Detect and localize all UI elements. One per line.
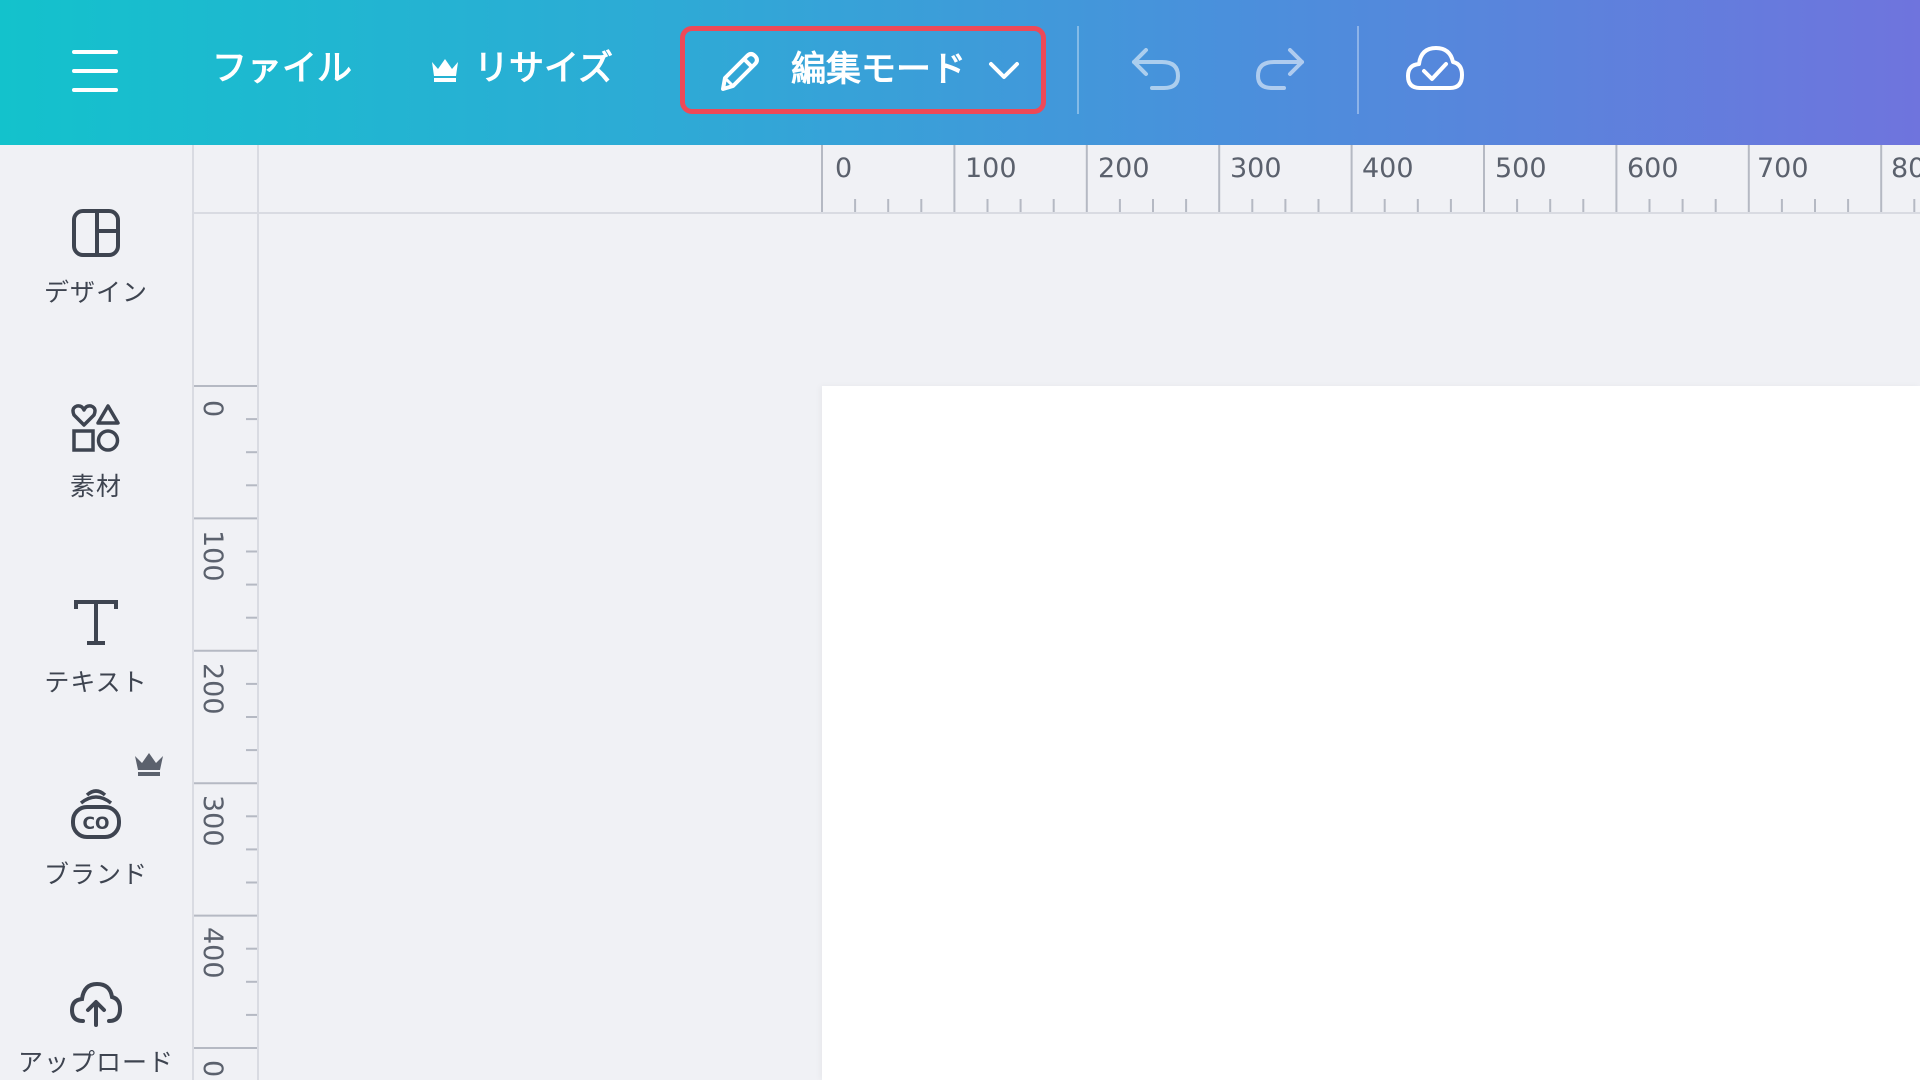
text-icon [74, 600, 118, 645]
chevron-down-icon [989, 62, 1019, 79]
svg-text:CO: CO [83, 814, 110, 834]
sidebar-item-uploads[interactable]: アップロード [0, 979, 192, 1079]
toolbar-divider [1357, 26, 1359, 114]
ruler-label: 500 [1495, 153, 1547, 184]
ruler-label: 200 [1098, 153, 1150, 184]
top-toolbar: ファイル リサイズ 編集モード [0, 0, 1920, 145]
vertical-ruler[interactable]: 0 100 200 300 400 0 [194, 214, 259, 1080]
ruler-label: 400 [197, 927, 228, 979]
ruler-label: 200 [197, 663, 228, 715]
layout-icon [72, 209, 120, 257]
sidebar-item-brand[interactable]: CO ブランド [0, 785, 192, 891]
file-menu-button[interactable]: ファイル [212, 49, 352, 89]
sidebar-item-text[interactable]: テキスト [0, 597, 192, 699]
undo-icon[interactable] [1128, 44, 1184, 94]
crown-icon [135, 753, 163, 776]
sidebar-item-design[interactable]: デザイン [0, 207, 192, 309]
ruler-label: 80 [1891, 153, 1920, 184]
ruler-label: 300 [1230, 153, 1282, 184]
ruler-label: 300 [197, 795, 228, 847]
resize-label: リサイズ [474, 49, 613, 89]
edit-mode-label: 編集モード [791, 50, 967, 90]
upload-cloud-icon [69, 981, 123, 1027]
ruler-label: 700 [1757, 153, 1809, 184]
sidebar-item-elements[interactable]: 素材 [0, 403, 192, 503]
redo-icon[interactable] [1252, 44, 1308, 94]
sidebar-item-label: 素材 [69, 472, 122, 501]
design-page-canvas[interactable] [822, 386, 1920, 1080]
toolbar-divider [1077, 26, 1079, 114]
cloud-check-icon[interactable] [1404, 42, 1466, 94]
left-sidebar: デザイン 素材 テキスト CO ブランド アップロード [0, 145, 194, 1080]
edit-mode-dropdown[interactable]: 編集モード [680, 26, 1046, 114]
ruler-label: 100 [197, 530, 228, 582]
resize-button[interactable]: リサイズ [430, 49, 613, 89]
brand-icon: CO [71, 789, 121, 839]
ruler-label: 0 [197, 1060, 228, 1078]
pencil-icon [721, 52, 759, 91]
shapes-icon [71, 404, 120, 452]
ruler-label: 400 [1362, 153, 1414, 184]
ruler-label: 600 [1627, 153, 1679, 184]
ruler-label: 100 [965, 153, 1017, 184]
ruler-label: 0 [835, 153, 853, 184]
sidebar-item-label: ブランド [43, 860, 148, 889]
sidebar-item-label: デザイン [43, 278, 148, 307]
crown-icon [432, 59, 458, 82]
sidebar-item-label: アップロード [17, 1048, 174, 1077]
hamburger-icon[interactable] [72, 50, 118, 92]
ruler-label: 0 [197, 400, 228, 418]
sidebar-item-label: テキスト [44, 668, 148, 697]
horizontal-ruler[interactable]: 0 100 200 300 400 500 600 700 80 [259, 145, 1920, 214]
ruler-corner [194, 145, 259, 214]
